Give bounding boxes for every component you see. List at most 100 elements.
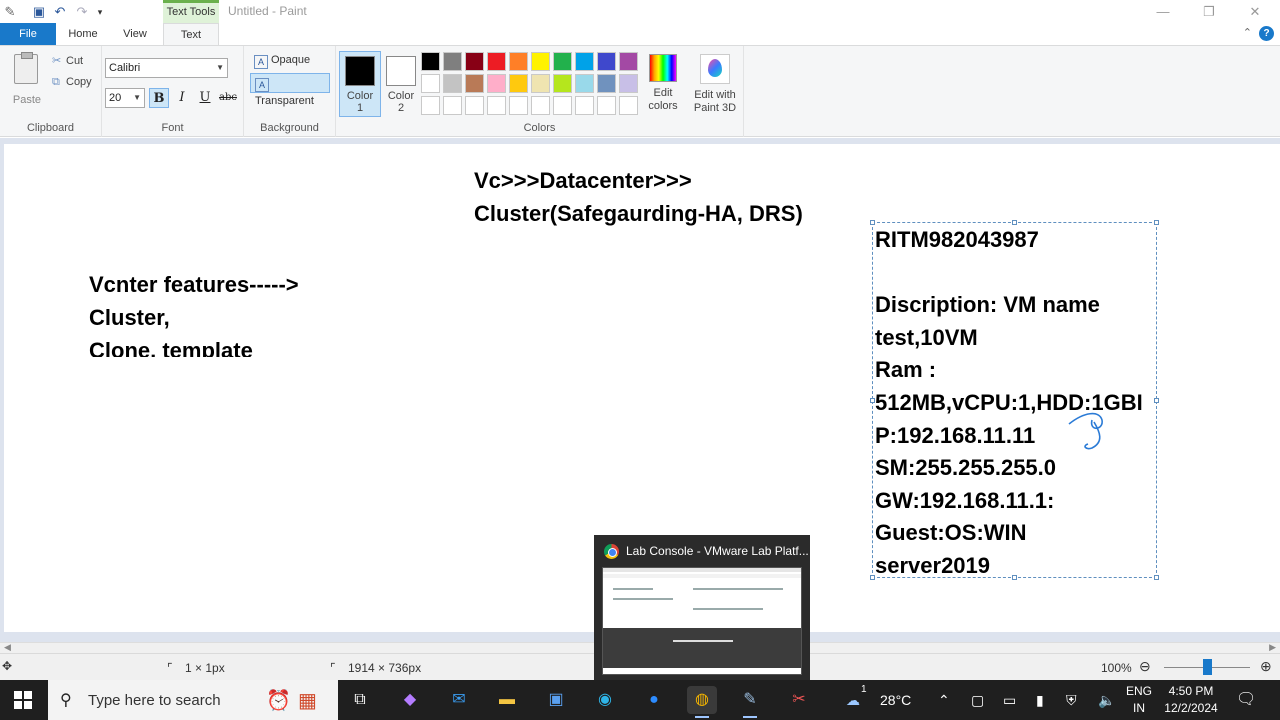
task-view-icon[interactable]: ⧉ — [345, 686, 375, 714]
customize-qat-icon[interactable]: ▾ — [92, 4, 108, 20]
font-size-select[interactable]: 20 ▼ — [105, 88, 145, 108]
usb-icon[interactable]: ▮ — [1036, 680, 1044, 720]
color-swatch[interactable] — [575, 52, 594, 71]
zoom-app-icon[interactable]: ● — [639, 686, 669, 714]
start-button[interactable] — [14, 691, 32, 709]
tab-file[interactable]: File — [0, 23, 56, 45]
edit-colors-button[interactable]: Edit colors — [645, 54, 681, 113]
color-swatch[interactable] — [465, 74, 484, 93]
font-group-label: Font — [161, 122, 184, 134]
canvas-text-left-line3: Clone, template — [89, 338, 253, 357]
edit-with-paint3d-button[interactable]: Edit with Paint 3D — [691, 54, 739, 115]
help-icon[interactable]: ? — [1259, 26, 1274, 41]
save-icon[interactable]: ▣ — [31, 4, 47, 20]
color-swatch[interactable] — [597, 74, 616, 93]
copilot-icon[interactable]: ◆ — [395, 686, 425, 714]
resize-handle-se[interactable] — [1154, 575, 1159, 580]
copy-button[interactable]: ⧉ Copy — [52, 73, 92, 91]
color-swatch[interactable] — [619, 74, 638, 93]
opaque-button[interactable]: A Opaque — [250, 51, 330, 71]
font-family-select[interactable]: Calibri ▼ — [105, 58, 228, 78]
color-swatch[interactable] — [531, 74, 550, 93]
zoom-percent: 100% — [1101, 661, 1132, 675]
color-swatch[interactable] — [531, 52, 550, 71]
notifications-icon[interactable]: 🗨 — [1236, 680, 1256, 720]
italic-button[interactable]: I — [172, 88, 192, 108]
preview-title: Lab Console - VMware Lab Platf... — [626, 544, 809, 558]
transparent-button[interactable]: A Transparent — [250, 73, 330, 107]
scroll-left-icon[interactable]: ◀ — [4, 642, 11, 653]
clock[interactable]: 4:50 PM 12/2/2024 — [1158, 683, 1224, 717]
color-swatch[interactable] — [443, 52, 462, 71]
paste-button[interactable]: Paste — [8, 52, 46, 106]
underline-button[interactable]: U — [195, 88, 215, 108]
show-hidden-icons[interactable]: ⌃ — [938, 680, 950, 720]
color-swatch[interactable] — [619, 96, 638, 115]
security-icon[interactable]: ⛨ — [1066, 680, 1077, 720]
volume-icon[interactable]: 🔈 — [1098, 680, 1115, 720]
mail-icon[interactable]: ✉ — [444, 686, 474, 714]
bold-button[interactable]: B — [149, 88, 169, 108]
strikethrough-button[interactable]: abc — [218, 88, 238, 108]
color-swatch[interactable] — [597, 96, 616, 115]
resize-handle-ne[interactable] — [1154, 220, 1159, 225]
color-swatch[interactable] — [509, 96, 528, 115]
color-swatch[interactable] — [465, 96, 484, 115]
battery-icon[interactable]: ▭ — [1003, 680, 1016, 720]
color-swatch[interactable] — [553, 96, 572, 115]
color-swatch[interactable] — [509, 52, 528, 71]
color-swatch[interactable] — [443, 74, 462, 93]
color-swatch[interactable] — [619, 52, 638, 71]
zoom-in-icon[interactable]: ⊕ — [1260, 658, 1272, 675]
close-button[interactable]: ✕ — [1232, 0, 1278, 23]
tab-text[interactable]: Text — [163, 23, 219, 46]
edge-icon[interactable]: ◉ — [590, 686, 620, 714]
preview-thumbnail[interactable] — [602, 567, 802, 675]
color2-button[interactable]: Color 2 — [380, 51, 422, 117]
restore-button[interactable]: ❐ — [1186, 0, 1232, 23]
undo-icon[interactable]: ↶ — [52, 4, 68, 20]
zoom-out-icon[interactable]: ⊖ — [1139, 658, 1151, 675]
tab-view[interactable]: View — [110, 23, 160, 46]
color1-button[interactable]: Color 1 — [339, 51, 381, 117]
color-swatch[interactable] — [553, 52, 572, 71]
color-swatch[interactable] — [597, 52, 616, 71]
minimize-button[interactable]: — — [1140, 0, 1186, 23]
cut-button[interactable]: ✂ Cut — [52, 52, 83, 70]
store-icon[interactable]: ▣ — [541, 686, 571, 714]
taskbar-window-preview[interactable]: Lab Console - VMware Lab Platf... — [594, 535, 810, 680]
file-explorer-icon[interactable]: ▬ — [492, 686, 522, 714]
weather-temp[interactable]: 28°C — [880, 680, 911, 720]
paint-taskbar-icon[interactable]: ✎ — [735, 686, 765, 718]
color-swatch[interactable] — [575, 96, 594, 115]
edit-colors-icon — [649, 54, 677, 82]
color-swatch[interactable] — [421, 96, 440, 115]
collapse-ribbon-icon[interactable]: ⌃ — [1243, 26, 1252, 39]
color-swatch[interactable] — [575, 74, 594, 93]
color-swatch[interactable] — [465, 52, 484, 71]
text-editing-box[interactable]: RITM982043987 Discription: VM name test,10… — [870, 220, 1159, 580]
input-language[interactable]: ENG IN — [1124, 683, 1154, 717]
color-swatch[interactable] — [487, 96, 506, 115]
color-swatch[interactable] — [509, 74, 528, 93]
color-swatch[interactable] — [421, 74, 440, 93]
weather-icon[interactable]: ☁ — [846, 680, 860, 720]
color2-label: Color — [387, 90, 415, 102]
taskbar-search[interactable]: ⚲ Type here to search ⏰ ▦ — [48, 680, 338, 720]
color-swatch[interactable] — [487, 52, 506, 71]
snipping-tool-icon[interactable]: ✂ — [784, 686, 814, 714]
redo-icon[interactable]: ↷ — [74, 4, 90, 20]
color-swatch[interactable] — [531, 96, 550, 115]
scroll-right-icon[interactable]: ▶ — [1269, 642, 1276, 653]
meet-now-icon[interactable]: ▢ — [971, 680, 984, 720]
tab-home[interactable]: Home — [60, 23, 106, 46]
zoom-slider-thumb[interactable] — [1203, 659, 1212, 675]
color-swatch[interactable] — [487, 74, 506, 93]
resize-handle-e[interactable] — [1154, 398, 1159, 403]
color-swatch[interactable] — [553, 74, 572, 93]
resize-handle-s[interactable] — [1012, 575, 1017, 580]
text-box-line: Discription: VM name — [875, 292, 1100, 318]
chrome-taskbar-icon[interactable]: ◍ — [687, 686, 717, 718]
color-swatch[interactable] — [443, 96, 462, 115]
color-swatch[interactable] — [421, 52, 440, 71]
